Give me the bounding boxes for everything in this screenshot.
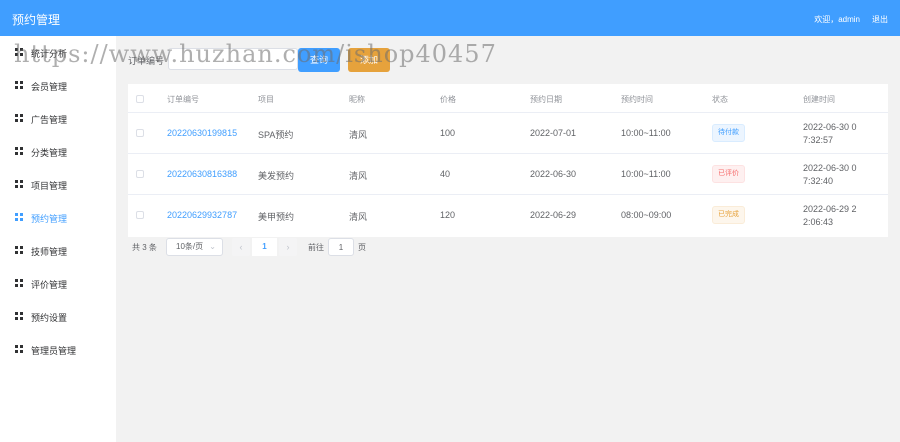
prev-page-button[interactable]: ‹ (232, 238, 250, 256)
project-cell: 美发预约 (258, 171, 295, 181)
status-badge: 待付款 (712, 124, 745, 142)
sidebar-item-statistics[interactable]: 统计分析 (0, 36, 116, 69)
nickname-cell: 清风 (349, 130, 368, 140)
sidebar-item-projects[interactable]: 项目管理 (0, 168, 116, 201)
sidebar-item-admins[interactable]: 管理员管理 (0, 333, 116, 366)
sidebar-item-appointments[interactable]: 预约管理 (0, 201, 116, 234)
add-button[interactable]: 添加 (348, 48, 390, 72)
logout-link[interactable]: 退出 (872, 14, 888, 25)
column-header: 价格 (440, 95, 456, 104)
created-cell: 2022-06-30 07:32:40 (803, 163, 857, 186)
appointments-table: 订单编号 项目 昵称 价格 预约日期 预约时间 状态 创建时间 20220630… (128, 84, 888, 237)
column-header: 订单编号 (167, 95, 199, 104)
nickname-cell: 清风 (349, 212, 368, 222)
next-page-button[interactable]: › (279, 238, 297, 256)
grid-icon (15, 213, 23, 221)
goto-page-input[interactable] (328, 238, 354, 256)
status-badge: 已评价 (712, 165, 745, 183)
price-cell: 100 (440, 128, 456, 138)
grid-icon (15, 345, 23, 353)
page-number-button[interactable]: 1 (252, 238, 277, 256)
grid-icon (15, 81, 23, 89)
time-cell: 10:00~11:00 (621, 169, 671, 179)
price-cell: 120 (440, 210, 456, 220)
page-size-value: 10条/页 (176, 242, 204, 251)
table-header: 订单编号 项目 昵称 价格 预约日期 预约时间 状态 创建时间 (128, 84, 888, 113)
date-cell: 2022-06-30 (530, 169, 577, 179)
nickname-cell: 清风 (349, 171, 368, 181)
sidebar-item-label: 分类管理 (31, 148, 68, 158)
sidebar-item-label: 评价管理 (31, 280, 68, 290)
sidebar-item-label: 广告管理 (31, 115, 68, 125)
table-row: 20220629932787 美甲预约 清风 120 2022-06-29 08… (128, 195, 888, 236)
grid-icon (15, 279, 23, 287)
date-cell: 2022-06-29 (530, 210, 577, 220)
row-checkbox[interactable] (136, 129, 144, 137)
created-cell: 2022-06-29 22:06:43 (803, 204, 857, 227)
status-badge: 已完成 (712, 206, 745, 224)
welcome-text: 欢迎，admin (814, 15, 860, 24)
goto-label: 前往 (308, 243, 324, 252)
chevron-left-icon: ‹ (239, 242, 243, 252)
sidebar-item-label: 技师管理 (31, 247, 68, 257)
app-title: 预约管理 (12, 13, 61, 27)
grid-icon (15, 312, 23, 320)
grid-icon (15, 246, 23, 254)
column-header: 创建时间 (803, 95, 835, 104)
sidebar-item-reviews[interactable]: 评价管理 (0, 267, 116, 300)
column-header: 状态 (712, 95, 728, 104)
sidebar-item-label: 预约设置 (31, 313, 68, 323)
page-unit-label: 页 (358, 243, 366, 252)
order-no-link[interactable]: 20220630199815 (167, 128, 237, 138)
sidebar: 统计分析 会员管理 广告管理 分类管理 项目管理 预约管理 技师管理 评价管理 … (0, 36, 116, 442)
order-no-input[interactable] (168, 48, 298, 70)
chevron-down-icon: ⌄ (209, 242, 216, 251)
sidebar-item-label: 项目管理 (31, 181, 68, 191)
sidebar-item-label: 统计分析 (31, 49, 68, 59)
sidebar-item-ads[interactable]: 广告管理 (0, 102, 116, 135)
sidebar-item-label: 会员管理 (31, 82, 68, 92)
sidebar-item-label: 预约管理 (31, 214, 68, 224)
sidebar-item-appointment-settings[interactable]: 预约设置 (0, 300, 116, 333)
price-cell: 40 (440, 169, 451, 179)
grid-icon (15, 147, 23, 155)
sidebar-item-categories[interactable]: 分类管理 (0, 135, 116, 168)
chevron-right-icon: › (286, 242, 290, 252)
sidebar-item-members[interactable]: 会员管理 (0, 69, 116, 102)
sidebar-item-technicians[interactable]: 技师管理 (0, 234, 116, 267)
total-count: 共 3 条 (132, 243, 157, 252)
grid-icon (15, 180, 23, 188)
project-cell: SPA预约 (258, 130, 294, 140)
sidebar-item-label: 管理员管理 (31, 346, 77, 356)
row-checkbox[interactable] (136, 211, 144, 219)
column-header: 昵称 (349, 95, 365, 104)
row-checkbox[interactable] (136, 170, 144, 178)
page-size-select[interactable]: 10条/页 ⌄ (166, 238, 223, 256)
project-cell: 美甲预约 (258, 212, 295, 222)
grid-icon (15, 48, 23, 56)
column-header: 项目 (258, 95, 274, 104)
column-header: 预约日期 (530, 95, 562, 104)
grid-icon (15, 114, 23, 122)
table-row: 20220630199815 SPA预约 清风 100 2022-07-01 1… (128, 113, 888, 154)
created-cell: 2022-06-30 07:32:57 (803, 122, 857, 145)
order-no-link[interactable]: 20220630816388 (167, 169, 237, 179)
time-cell: 08:00~09:00 (621, 210, 672, 220)
query-button[interactable]: 查询 (298, 48, 340, 72)
time-cell: 10:00~11:00 (621, 128, 671, 138)
top-header: 预约管理 欢迎，admin 退出 (0, 0, 900, 36)
table-row: 20220630816388 美发预约 清风 40 2022-06-30 10:… (128, 154, 888, 195)
order-no-label: 订单编号 (128, 56, 165, 66)
order-no-link[interactable]: 20220629932787 (167, 210, 237, 220)
select-all-checkbox[interactable] (136, 95, 144, 103)
column-header: 预约时间 (621, 95, 653, 104)
date-cell: 2022-07-01 (530, 128, 577, 138)
pagination: 共 3 条 10条/页 ⌄ ‹ 1 › 前往 页 (132, 238, 392, 256)
